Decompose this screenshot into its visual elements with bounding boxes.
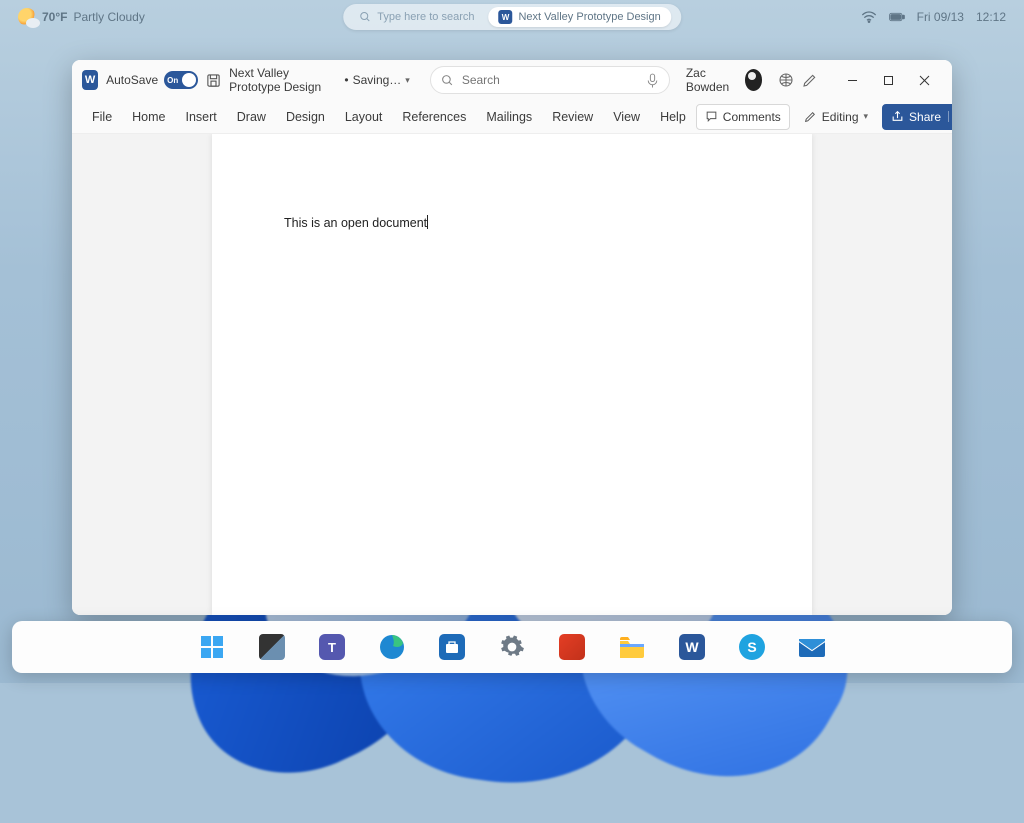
maximize-button[interactable] <box>870 64 906 96</box>
taskbar: T W S <box>12 621 1012 673</box>
weather-temp: 70°F <box>42 10 67 24</box>
share-icon <box>891 110 904 123</box>
gear-icon <box>499 634 525 660</box>
task-view-icon <box>259 634 285 660</box>
taskbar-edge[interactable] <box>378 633 406 661</box>
minimize-button[interactable] <box>834 64 870 96</box>
tab-help[interactable]: Help <box>650 100 696 133</box>
edge-icon <box>378 633 406 661</box>
tab-home[interactable]: Home <box>122 100 175 133</box>
folder-icon <box>618 635 646 659</box>
tab-insert[interactable]: Insert <box>176 100 227 133</box>
tab-design[interactable]: Design <box>276 100 335 133</box>
document-title[interactable]: Next Valley Prototype Design • Saving… ▾ <box>229 66 410 94</box>
start-icon <box>199 634 225 660</box>
recent-doc-title: Next Valley Prototype Design <box>518 11 660 23</box>
tab-layout[interactable]: Layout <box>335 100 393 133</box>
search-icon <box>441 74 454 87</box>
tab-file[interactable]: File <box>82 100 122 133</box>
editing-mode-button[interactable]: Editing ▾ <box>796 104 876 130</box>
tab-view[interactable]: View <box>603 100 650 133</box>
comment-icon <box>705 110 718 123</box>
weather-icon <box>18 8 36 26</box>
word-app-window: W AutoSave On Next Valley Prototype Desi… <box>72 60 952 615</box>
tab-references[interactable]: References <box>392 100 476 133</box>
save-icon[interactable] <box>206 71 221 89</box>
ribbon-tabs: File Home Insert Draw Design Layout Refe… <box>72 100 952 134</box>
taskbar-teams[interactable]: T <box>318 633 346 661</box>
word-icon: W <box>498 10 512 24</box>
tab-draw[interactable]: Draw <box>227 100 276 133</box>
document-canvas-area[interactable]: This is an open document <box>72 134 952 615</box>
toggle-switch[interactable]: On <box>164 71 198 89</box>
desktop-search-pill[interactable]: Type here to search W Next Valley Protot… <box>343 4 681 30</box>
search-input[interactable] <box>462 73 638 87</box>
titlebar[interactable]: W AutoSave On Next Valley Prototype Desi… <box>72 60 952 100</box>
clock-time[interactable]: 12:12 <box>976 10 1006 24</box>
taskbar-store[interactable] <box>438 633 466 661</box>
doc-name: Next Valley Prototype Design <box>229 66 340 94</box>
close-button[interactable] <box>906 64 942 96</box>
avatar <box>745 69 762 91</box>
doc-status: Saving… <box>353 73 402 87</box>
search-icon <box>359 11 371 23</box>
teams-icon: T <box>319 634 345 660</box>
taskbar-settings[interactable] <box>498 633 526 661</box>
editing-label: Editing <box>822 110 859 124</box>
autosave-toggle[interactable]: AutoSave On <box>106 71 198 89</box>
comments-label: Comments <box>723 110 781 124</box>
office-icon <box>559 634 585 660</box>
coming-soon-icon[interactable] <box>778 71 794 89</box>
pen-icon[interactable] <box>802 71 818 89</box>
text-cursor <box>427 215 428 229</box>
battery-icon[interactable] <box>889 11 905 23</box>
taskbar-office[interactable] <box>558 633 586 661</box>
tab-mailings[interactable]: Mailings <box>476 100 542 133</box>
chevron-down-icon: ▾ <box>864 111 869 122</box>
taskbar-explorer[interactable] <box>618 633 646 661</box>
chevron-down-icon: ▾ <box>948 111 952 122</box>
account-name: Zac Bowden <box>686 66 739 94</box>
skype-icon: S <box>739 634 765 660</box>
taskbar-mail[interactable] <box>798 633 826 661</box>
tab-review[interactable]: Review <box>542 100 603 133</box>
titlebar-search[interactable] <box>430 66 670 94</box>
autosave-state: On <box>167 76 178 85</box>
share-label: Share <box>909 110 941 124</box>
word-logo-icon: W <box>82 70 98 90</box>
desktop-search-placeholder: Type here to search <box>377 11 474 23</box>
taskbar-word[interactable]: W <box>678 633 706 661</box>
weather-condition: Partly Cloudy <box>73 10 144 24</box>
microphone-icon[interactable] <box>646 73 659 88</box>
taskbar-skype[interactable]: S <box>738 633 766 661</box>
weather-widget[interactable]: 70°F Partly Cloudy <box>18 8 145 26</box>
pencil-icon <box>804 110 817 123</box>
clock-date[interactable]: Fri 09/13 <box>917 10 964 24</box>
taskbar-start[interactable] <box>198 633 226 661</box>
store-icon <box>439 634 465 660</box>
chevron-down-icon: ▾ <box>405 75 410 86</box>
desktop-top-bar: 70°F Partly Cloudy Type here to search W… <box>0 0 1024 34</box>
account-button[interactable]: Zac Bowden <box>686 66 762 94</box>
wifi-icon[interactable] <box>861 11 877 23</box>
autosave-label: AutoSave <box>106 73 158 87</box>
comments-button[interactable]: Comments <box>696 104 790 130</box>
document-body-text[interactable]: This is an open document <box>284 216 427 230</box>
document-page[interactable]: This is an open document <box>212 134 812 615</box>
word-icon: W <box>679 634 705 660</box>
mail-icon <box>798 636 826 658</box>
recent-document-pill[interactable]: W Next Valley Prototype Design <box>488 7 670 27</box>
share-button[interactable]: Share ▾ <box>882 104 952 130</box>
taskbar-task-view[interactable] <box>258 633 286 661</box>
